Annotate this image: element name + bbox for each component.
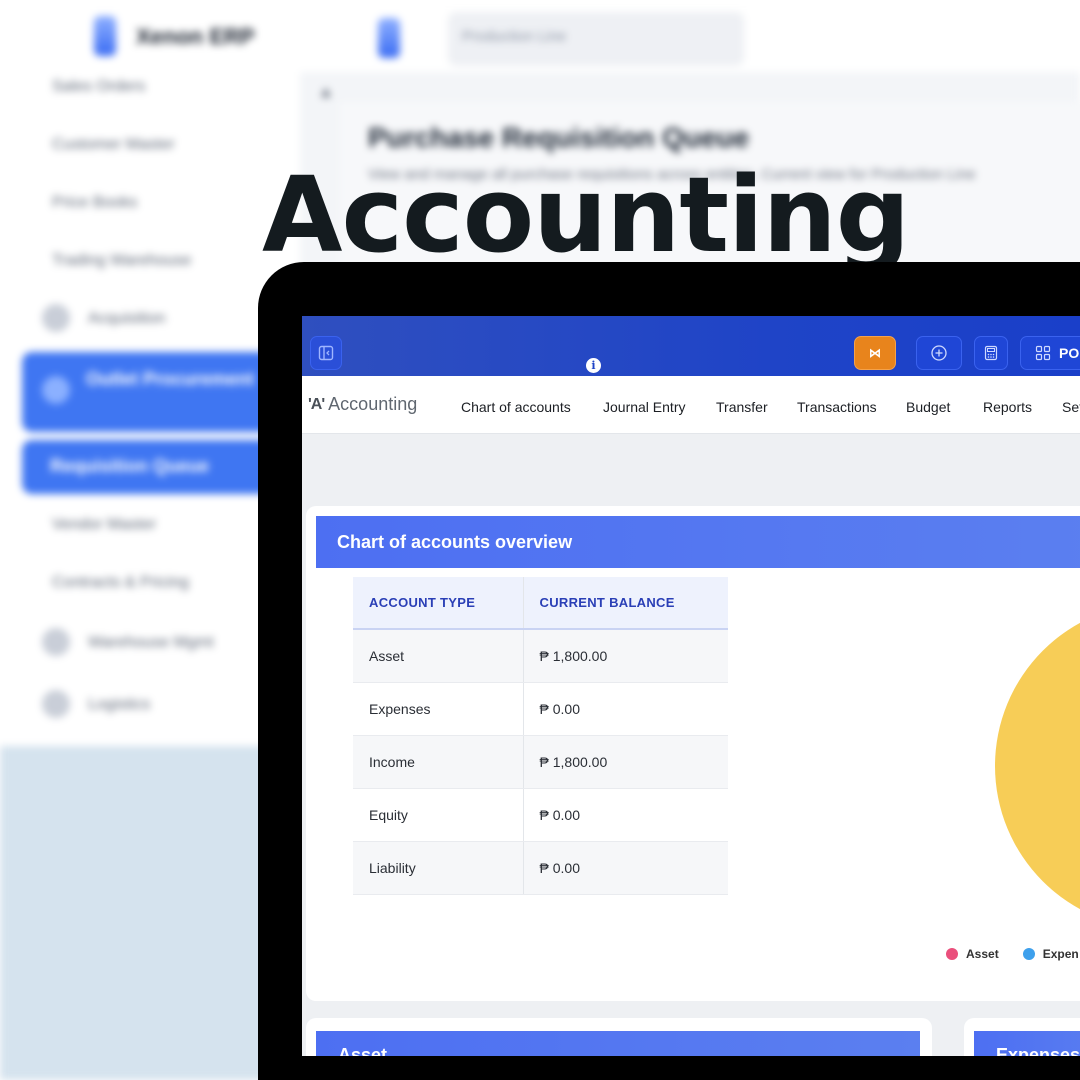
- sidebar-toggle-icon: [318, 345, 334, 361]
- account-balance-table: ACCOUNT TYPE CURRENT BALANCE Asset ₱ 1,8…: [353, 577, 728, 895]
- background-brand: Xenon ERP: [136, 24, 255, 49]
- add-button[interactable]: [916, 336, 962, 370]
- background-sidebar-item: Contracts & Pricing: [52, 574, 189, 591]
- chart-of-accounts-overview-card: Chart of accounts overview ACCOUNT TYPE …: [306, 506, 1080, 1001]
- background-sidebar-item: Acquisition: [88, 310, 166, 327]
- table-row: Liability ₱ 0.00: [353, 841, 728, 895]
- nav-item-budget[interactable]: Budget: [906, 399, 950, 415]
- add-circle-icon: [931, 345, 947, 361]
- erp-logo-icon: ⋈: [869, 346, 881, 360]
- column-header-account-type: ACCOUNT TYPE: [353, 577, 523, 630]
- info-icon[interactable]: i: [586, 358, 601, 373]
- legend-dot-asset: [946, 948, 958, 960]
- background-sidebar-item: Price Books: [52, 194, 138, 211]
- background-sidebar-item: Customer Master: [52, 136, 175, 153]
- background-search: Production Line: [448, 12, 744, 66]
- nav-brand[interactable]: 'A' Accounting: [308, 394, 417, 415]
- background-sidebar-icon: [42, 690, 70, 718]
- account-type-cell: Liability: [353, 841, 523, 895]
- legend-entry-expenses[interactable]: Expen: [1022, 947, 1079, 961]
- table-row: Asset ₱ 1,800.00: [353, 629, 728, 683]
- background-sidebar-active-group: Outlet Procurement: [22, 352, 272, 432]
- nav-item-settings[interactable]: Set: [1062, 399, 1080, 415]
- sidebar-toggle-button[interactable]: [310, 336, 342, 370]
- asset-card-title: Asset: [316, 1031, 920, 1056]
- nav-item-journal-entry[interactable]: Journal Entry: [603, 399, 685, 415]
- stage: Xenon ERP Production Line Sales Orders C…: [0, 0, 1080, 1080]
- pos-label: PO: [1059, 345, 1080, 361]
- background-sidebar-item: Sales Orders: [52, 78, 146, 95]
- nav-item-transactions[interactable]: Transactions: [797, 399, 877, 415]
- calculator-button[interactable]: [974, 336, 1008, 370]
- balance-cell: ₱ 0.00: [522, 788, 728, 842]
- nav-item-reports[interactable]: Reports: [983, 399, 1032, 415]
- nav-item-transfer[interactable]: Transfer: [716, 399, 768, 415]
- app-topbar: i ⋈ PO: [302, 316, 1080, 376]
- pie-chart-svg: [995, 603, 1080, 921]
- erp-logo-button[interactable]: ⋈: [854, 336, 896, 370]
- legend-label-expenses: Expen: [1042, 947, 1079, 961]
- table-row: Expenses ₱ 0.00: [353, 682, 728, 736]
- background-sidebar-icon: [42, 304, 70, 332]
- expenses-card: Expenses: [964, 1018, 1080, 1056]
- background-logo-icon-2: [378, 18, 400, 58]
- calculator-icon: [984, 345, 998, 361]
- nav-brand-label: Accounting: [328, 394, 418, 414]
- expenses-card-title: Expenses: [974, 1031, 1080, 1056]
- account-type-cell: Expenses: [353, 682, 523, 736]
- background-page-title: Purchase Requisition Queue: [368, 122, 750, 153]
- app-nav: 'A' Accounting Chart of accounts Journal…: [302, 376, 1080, 434]
- balance-cell: ₱ 1,800.00: [522, 629, 728, 683]
- legend-entry-asset[interactable]: Asset: [946, 947, 999, 961]
- balance-cell: ₱ 0.00: [522, 682, 728, 736]
- background-sidebar-item: Warehouse Mgmt: [88, 634, 214, 651]
- overview-card-title: Chart of accounts overview: [316, 516, 1080, 568]
- legend-dot-expenses: [1022, 948, 1035, 960]
- nav-item-chart-of-accounts[interactable]: Chart of accounts: [461, 399, 571, 415]
- background-topbar: Xenon ERP Production Line: [0, 0, 1080, 72]
- asset-card: Asset: [306, 1018, 932, 1056]
- background-sidebar-icon: [42, 628, 70, 656]
- table-header-row: ACCOUNT TYPE CURRENT BALANCE: [353, 577, 728, 630]
- grid-icon: [1035, 345, 1051, 361]
- account-type-cell: Asset: [353, 629, 523, 683]
- background-sidebar-item: Trading Warehouse: [52, 252, 192, 269]
- background-active-group-label: Outlet Procurement: [86, 369, 255, 389]
- balance-cell: ₱ 0.00: [522, 841, 728, 895]
- table-row: Income ₱ 1,800.00: [353, 735, 728, 789]
- pos-button[interactable]: PO: [1020, 336, 1080, 370]
- background-sidebar-item: Logistics: [88, 696, 151, 713]
- pie-slice-asset[interactable]: [995, 603, 1080, 921]
- legend-label-asset: Asset: [966, 947, 999, 961]
- background-sidebar-icon: [42, 376, 70, 404]
- accounting-brand-icon: 'A': [308, 395, 325, 413]
- account-pie-chart: [986, 601, 1080, 921]
- background-collapse-icon: ▲: [318, 84, 334, 101]
- account-type-cell: Income: [353, 735, 523, 789]
- chart-legend: Asset Expen: [946, 947, 1079, 961]
- table-row: Equity ₱ 0.00: [353, 788, 728, 842]
- background-logo-icon: [94, 16, 116, 56]
- hero-title: Accounting: [262, 154, 910, 276]
- column-header-current-balance: CURRENT BALANCE: [522, 577, 728, 630]
- account-type-cell: Equity: [353, 788, 523, 842]
- background-sidebar-item: Vendor Master: [52, 516, 157, 533]
- balance-cell: ₱ 1,800.00: [522, 735, 728, 789]
- background-sidebar-active-item: Requisition Queue: [22, 440, 272, 494]
- app-screen: i ⋈ PO 'A' Accounting Chart of accounts …: [302, 316, 1080, 1056]
